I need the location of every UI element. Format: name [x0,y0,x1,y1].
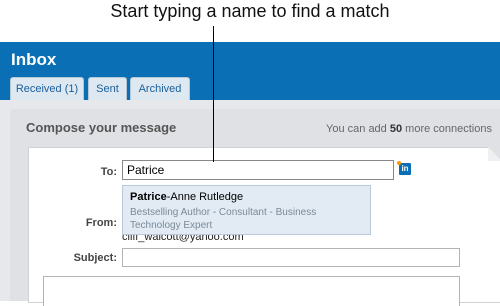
suggestion-match: Patrice [130,191,167,203]
autocomplete-dropdown[interactable]: Patrice-Anne Rutledge Bestselling Author… [122,185,371,235]
callout-text: Start typing a name to find a match [110,1,390,21]
suggestion-description: Bestselling Author - Consultant - Busine… [130,207,317,231]
suggestion-rest: -Anne Rutledge [166,191,244,203]
linkedin-inbox-window: Inbox Received (1) Sent Archived Compose… [0,42,500,306]
subject-label: Subject: [73,252,117,264]
connections-note: You can add 50 more connections [326,123,492,135]
compose-panel: Compose your message You can add 50 more… [10,109,500,306]
compose-title: Compose your message [26,120,177,135]
compose-form: To: in Patrice-Anne Rutledge Bestselling… [28,147,500,306]
tab-archived[interactable]: Archived [130,77,190,100]
to-input[interactable] [122,160,394,180]
connections-suffix: more connections [402,123,492,135]
connections-count: 50 [389,123,403,135]
message-body-input[interactable] [43,276,460,306]
linkedin-address-book-icon[interactable]: in [397,161,411,175]
suggestion-name[interactable]: Patrice-Anne Rutledge [130,191,243,203]
tab-received[interactable]: Received (1) [10,77,84,100]
callout-pointer-line [213,26,214,162]
from-label: From: [85,217,117,229]
subject-input[interactable] [122,248,460,267]
inbox-header: Inbox Received (1) Sent Archived [0,42,500,100]
callout: Start typing a name to find a match [0,0,500,42]
page-title: Inbox [11,50,57,69]
to-label: To: [100,166,117,178]
tab-sent[interactable]: Sent [88,77,127,100]
connections-prefix: You can add [326,123,390,135]
page-fold-corner [488,147,500,161]
